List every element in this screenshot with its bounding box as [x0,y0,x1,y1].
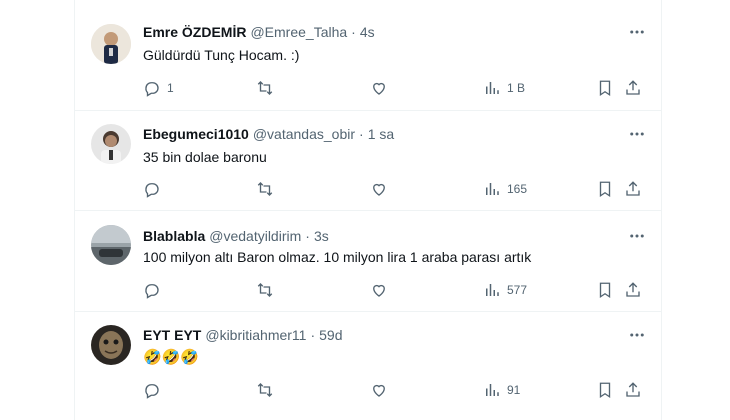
reply-button[interactable]: 1 [143,78,174,98]
bookmark-button[interactable] [596,280,614,300]
reply-button[interactable] [143,179,167,199]
display-name[interactable]: Ebegumeci1010 [143,126,249,142]
views-chart-icon [483,79,501,97]
tweet[interactable]: EYT EYT @kibritiahmer11 · 59d 🤣🤣🤣 91 [75,311,661,420]
avatar[interactable] [91,325,131,365]
views-count: 91 [507,383,521,397]
avatar[interactable] [91,24,131,64]
bookmark-button[interactable] [596,380,614,400]
tweet-actions: 1 1 B [143,78,643,98]
share-button[interactable] [624,380,642,400]
tweet[interactable]: Ebegumeci1010 @vatandas_obir · 1 sa 35 b… [75,110,661,211]
share-icon [624,180,642,198]
timestamp[interactable]: 3s [314,228,329,244]
separator: · [351,24,356,40]
retweet-icon [256,381,274,399]
display-name[interactable]: Blablabla [143,228,205,244]
views-chart-icon [483,180,501,198]
tweet-text: 🤣🤣🤣 [143,349,200,366]
heart-icon [370,381,388,399]
like-button[interactable] [370,179,394,199]
user-handle[interactable]: @Emree_Talha [250,24,347,40]
more-options-icon[interactable] [627,124,647,144]
more-options-icon[interactable] [627,22,647,42]
views-button[interactable]: 91 [483,380,520,400]
views-button[interactable]: 165 [483,179,527,199]
bookmark-icon [596,180,614,198]
retweet-icon [256,79,274,97]
retweet-icon [256,180,274,198]
tweet[interactable]: Blablabla @vedatyildirim · 3s 100 milyon… [75,210,661,312]
reply-icon [143,79,161,97]
views-button[interactable]: 1 B [483,78,525,98]
tweet-feed: Emre ÖZDEMİR @Emree_Talha · 4s Güldürdü … [74,0,662,420]
bookmark-button[interactable] [596,179,614,199]
retweet-icon [256,281,274,299]
reply-button[interactable] [143,380,167,400]
retweet-button[interactable] [256,78,280,98]
timestamp[interactable]: 59d [319,327,342,343]
separator: · [359,126,364,142]
reply-icon [143,180,161,198]
heart-icon [370,79,388,97]
like-button[interactable] [370,78,394,98]
tweet-actions: 165 [143,179,643,199]
display-name[interactable]: Emre ÖZDEMİR [143,24,246,40]
views-chart-icon [483,281,501,299]
timestamp[interactable]: 4s [360,24,375,40]
tweet-text: Güldürdü Tunç Hocam. :) [143,47,300,63]
tweet[interactable]: Emre ÖZDEMİR @Emree_Talha · 4s Güldürdü … [75,0,661,111]
more-options-icon[interactable] [627,325,647,345]
bookmark-icon [596,281,614,299]
like-button[interactable] [370,380,394,400]
tweet-header: Emre ÖZDEMİR @Emree_Talha · 4s [143,22,375,42]
tweet-actions: 577 [143,280,643,300]
heart-icon [370,180,388,198]
views-chart-icon [483,381,501,399]
avatar[interactable] [91,124,131,164]
tweet-text: 35 bin dolae baronu [143,149,267,165]
more-options-icon[interactable] [627,226,647,246]
share-icon [624,381,642,399]
bookmark-button[interactable] [596,78,614,98]
reply-count: 1 [167,81,174,95]
tweet-header: Blablabla @vedatyildirim · 3s [143,226,329,246]
user-handle[interactable]: @kibritiahmer11 [205,327,306,343]
views-count: 1 B [507,81,526,95]
user-handle[interactable]: @vedatyildirim [209,228,301,244]
separator: · [305,228,310,244]
separator: · [310,327,316,343]
tweet-actions: 91 [143,380,643,400]
share-icon [624,79,642,97]
avatar[interactable] [91,225,131,265]
tweet-header: Ebegumeci1010 @vatandas_obir · 1 sa [143,124,394,144]
share-icon [624,281,642,299]
display-name[interactable]: EYT EYT [143,327,201,343]
views-count: 165 [507,182,528,196]
share-button[interactable] [624,78,642,98]
retweet-button[interactable] [256,179,280,199]
reply-button[interactable] [143,280,167,300]
bookmark-icon [596,79,614,97]
tweet-text: 100 milyon altı Baron olmaz. 10 milyon l… [143,249,532,265]
reply-icon [143,281,161,299]
timestamp[interactable]: 1 sa [368,126,394,142]
tweet-header: EYT EYT @kibritiahmer11 · 59d [143,325,343,345]
views-button[interactable]: 577 [483,280,527,300]
share-button[interactable] [624,179,642,199]
retweet-button[interactable] [256,380,280,400]
share-button[interactable] [624,280,642,300]
like-button[interactable] [370,280,394,300]
bookmark-icon [596,381,614,399]
reply-icon [143,381,161,399]
views-count: 577 [507,283,528,297]
heart-icon [370,281,388,299]
retweet-button[interactable] [256,280,280,300]
user-handle[interactable]: @vatandas_obir [253,126,355,142]
